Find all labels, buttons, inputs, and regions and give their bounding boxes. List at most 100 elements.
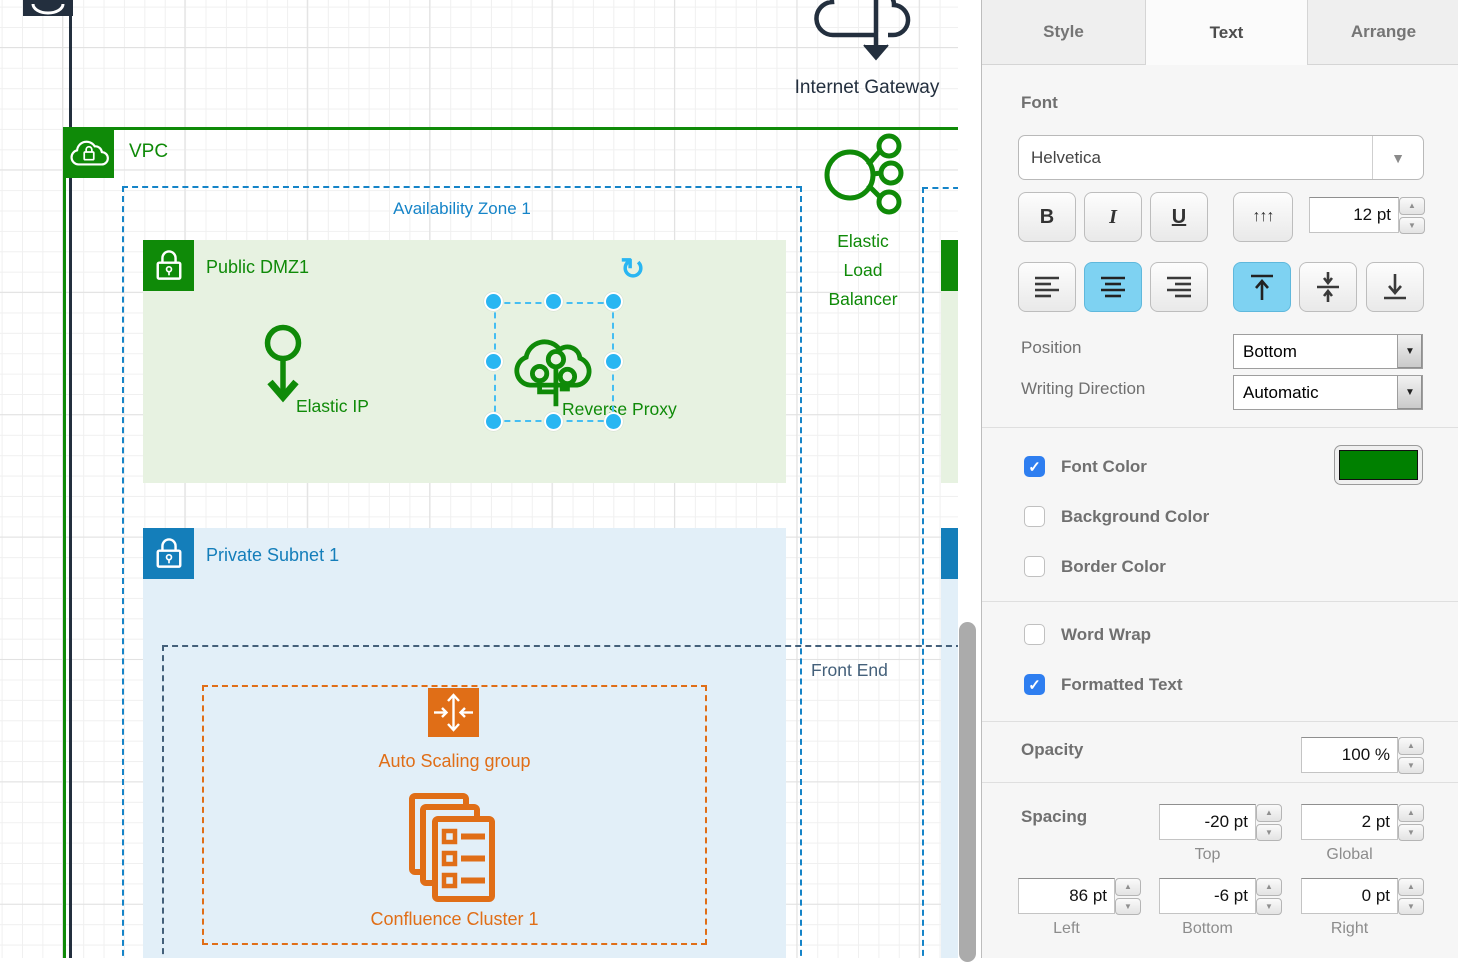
- vpc-icon[interactable]: [63, 127, 114, 178]
- spinner-up-icon[interactable]: ▲: [1398, 804, 1424, 822]
- public-dmz2-lock-icon[interactable]: [941, 240, 958, 291]
- font-color-swatch: [1339, 450, 1418, 480]
- opacity-stepper[interactable]: ▲ ▼: [1398, 737, 1424, 774]
- spacing-left-stepper[interactable]: ▲ ▼: [1115, 878, 1141, 915]
- elastic-ip-label[interactable]: Elastic IP: [296, 396, 369, 417]
- spinner-down-icon[interactable]: ▼: [1398, 824, 1424, 842]
- spinner-up-icon[interactable]: ▲: [1399, 197, 1425, 215]
- spacing-global-stepper[interactable]: ▲ ▼: [1398, 804, 1424, 841]
- underline-button[interactable]: U: [1150, 192, 1208, 242]
- font-family-select[interactable]: Helvetica ▼: [1018, 135, 1424, 180]
- spacing-bottom-input[interactable]: [1159, 878, 1256, 914]
- font-size-input[interactable]: [1309, 197, 1399, 233]
- vertical-text-icon: ↑↑↑: [1253, 208, 1274, 226]
- vpc-label[interactable]: VPC: [129, 141, 168, 163]
- selection-handle-n[interactable]: [544, 292, 563, 311]
- spacing-top-stepper[interactable]: ▲ ▼: [1256, 804, 1282, 841]
- font-color-checkbox[interactable]: ✓: [1024, 456, 1045, 477]
- chevron-down-icon[interactable]: ▼: [1373, 150, 1423, 166]
- align-right-button[interactable]: [1150, 262, 1208, 312]
- opacity-input[interactable]: [1301, 737, 1398, 773]
- vpc-border-left: [63, 176, 66, 958]
- valign-middle-icon: [1311, 270, 1345, 304]
- selection-handle-sw[interactable]: [484, 412, 503, 431]
- private-subnet-1-lock-icon[interactable]: [143, 528, 194, 579]
- tab-style[interactable]: Style: [982, 0, 1146, 65]
- spacing-top-caption: Top: [1159, 846, 1256, 864]
- background-color-label[interactable]: Background Color: [1061, 507, 1209, 527]
- availability-zone-1-label[interactable]: Availability Zone 1: [122, 199, 802, 219]
- selection-handle-s[interactable]: [544, 412, 563, 431]
- spinner-down-icon[interactable]: ▼: [1399, 217, 1425, 235]
- valign-top-button[interactable]: [1233, 262, 1291, 312]
- writing-direction-select[interactable]: Automatic ▼: [1233, 375, 1423, 410]
- spinner-up-icon[interactable]: ▲: [1398, 737, 1424, 755]
- valign-bottom-icon: [1378, 270, 1412, 304]
- public-dmz1-label[interactable]: Public DMZ1: [206, 257, 309, 278]
- front-end-label[interactable]: Front End: [811, 660, 888, 681]
- tab-arrange[interactable]: Arrange: [1307, 0, 1458, 65]
- auto-scaling-group-icon[interactable]: [428, 688, 479, 742]
- aws-cloud-label[interactable]: AWS Cloud: [92, 0, 195, 6]
- bold-button[interactable]: B: [1018, 192, 1076, 242]
- spinner-up-icon[interactable]: ▲: [1115, 878, 1141, 896]
- public-dmz1-lock-icon[interactable]: [143, 240, 194, 291]
- spinner-up-icon[interactable]: ▲: [1256, 804, 1282, 822]
- position-select[interactable]: Bottom ▼: [1233, 334, 1423, 369]
- selection-handle-w[interactable]: [484, 352, 503, 371]
- spinner-down-icon[interactable]: ▼: [1256, 898, 1282, 916]
- selection-handle-ne[interactable]: [604, 292, 623, 311]
- align-center-button[interactable]: [1084, 262, 1142, 312]
- spacing-global-input[interactable]: [1301, 804, 1398, 840]
- spinner-down-icon[interactable]: ▼: [1115, 898, 1141, 916]
- word-wrap-label[interactable]: Word Wrap: [1061, 625, 1151, 645]
- elastic-load-balancer-label[interactable]: Elastic Load Balancer: [818, 227, 908, 314]
- valign-middle-button[interactable]: [1299, 262, 1357, 312]
- selection-handle-nw[interactable]: [484, 292, 503, 311]
- font-size-stepper[interactable]: ▲ ▼: [1399, 197, 1425, 234]
- spinner-up-icon[interactable]: ▲: [1398, 878, 1424, 896]
- selection-handle-e[interactable]: [604, 352, 623, 371]
- font-color-swatch-button[interactable]: [1334, 445, 1423, 485]
- spinner-down-icon[interactable]: ▼: [1398, 898, 1424, 916]
- confluence-cluster-label[interactable]: Confluence Cluster 1: [202, 909, 707, 930]
- align-left-button[interactable]: [1018, 262, 1076, 312]
- chevron-down-icon[interactable]: ▼: [1397, 335, 1422, 368]
- word-wrap-checkbox[interactable]: [1024, 624, 1045, 645]
- tab-text[interactable]: Text: [1146, 0, 1307, 65]
- selection-rectangle: [494, 302, 614, 422]
- elastic-load-balancer-icon[interactable]: [820, 132, 904, 221]
- private-subnet-1-label[interactable]: Private Subnet 1: [206, 545, 339, 566]
- internet-gateway-icon[interactable]: [812, 0, 912, 70]
- vertical-text-button[interactable]: ↑↑↑: [1233, 192, 1293, 242]
- formatted-text-checkbox[interactable]: ✓: [1024, 674, 1045, 695]
- section-divider: [982, 721, 1458, 722]
- spacing-top-input[interactable]: [1159, 804, 1256, 840]
- background-color-checkbox[interactable]: [1024, 506, 1045, 527]
- auto-scaling-group-label[interactable]: Auto Scaling group: [202, 751, 707, 772]
- spacing-right-input[interactable]: [1301, 878, 1398, 914]
- diagram-canvas[interactable]: AWS Cloud Internet Gateway VPC Availabil…: [0, 0, 958, 958]
- spacing-left-input[interactable]: [1018, 878, 1115, 914]
- checkmark-icon: ✓: [1028, 458, 1041, 476]
- italic-label: I: [1109, 206, 1117, 229]
- internet-gateway-label[interactable]: Internet Gateway: [772, 77, 958, 99]
- chevron-down-icon[interactable]: ▼: [1397, 376, 1422, 409]
- private-subnet-2-lock-icon[interactable]: [941, 528, 958, 579]
- selection-handle-se[interactable]: [604, 412, 623, 431]
- canvas-vertical-scrollbar[interactable]: [959, 622, 976, 962]
- font-color-label[interactable]: Font Color: [1061, 457, 1147, 477]
- spacing-bottom-stepper[interactable]: ▲ ▼: [1256, 878, 1282, 915]
- valign-bottom-button[interactable]: [1366, 262, 1424, 312]
- confluence-cluster-icon[interactable]: [408, 792, 498, 907]
- aws-cloud-icon[interactable]: [23, 0, 73, 16]
- spacing-right-stepper[interactable]: ▲ ▼: [1398, 878, 1424, 915]
- spinner-down-icon[interactable]: ▼: [1398, 757, 1424, 775]
- border-color-label[interactable]: Border Color: [1061, 557, 1166, 577]
- formatted-text-label[interactable]: Formatted Text: [1061, 675, 1183, 695]
- spinner-down-icon[interactable]: ▼: [1256, 824, 1282, 842]
- spinner-up-icon[interactable]: ▲: [1256, 878, 1282, 896]
- border-color-checkbox[interactable]: [1024, 556, 1045, 577]
- italic-button[interactable]: I: [1084, 192, 1142, 242]
- rotate-handle-icon[interactable]: ↻: [620, 252, 645, 287]
